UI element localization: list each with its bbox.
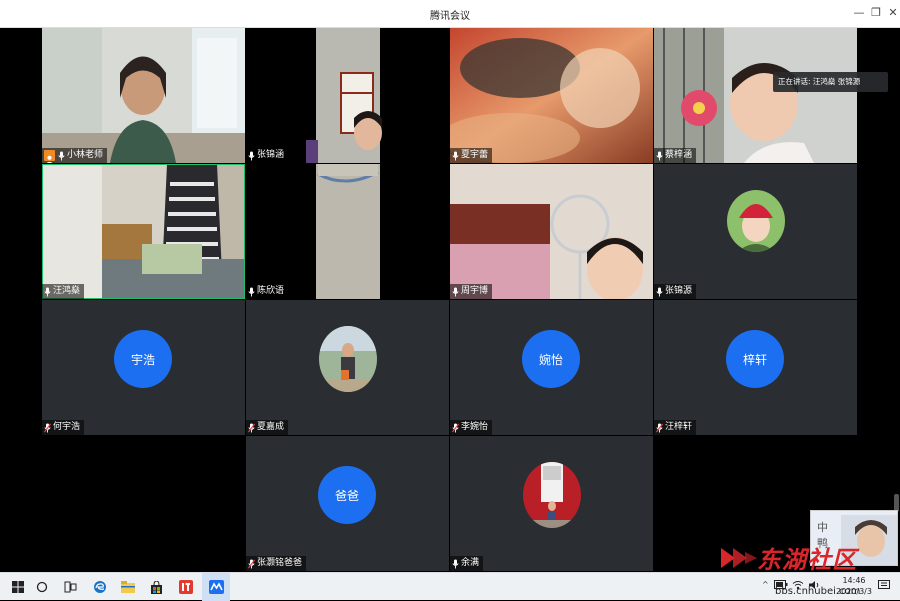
avatar — [319, 326, 377, 392]
microphone-muted-icon — [656, 423, 663, 433]
video-tile[interactable]: 陈欣语 — [246, 164, 449, 299]
avatar: 梓轩 — [726, 330, 784, 388]
video-feed — [246, 28, 449, 163]
participant-namebar: 蔡梓涵 — [654, 148, 697, 163]
video-tile[interactable]: 蔡梓涵 — [654, 28, 857, 163]
participant-name: 汪鸿燊 — [53, 286, 81, 296]
participant-namebar: 夏嘉成 — [246, 420, 289, 435]
window-title: 腾讯会议 — [430, 11, 470, 22]
video-grid: 小林老师 张锦涵 夏宇蕾 蔡梓涵 汪鸿燊 陈欣语 周宇博 张锦源 宇浩 何宇浩 … — [0, 28, 900, 572]
video-feed — [450, 164, 653, 299]
participant-namebar: 何宇浩 — [42, 420, 85, 435]
participant-namebar: 李婉怡 — [450, 420, 493, 435]
participant-tile[interactable]: 夏嘉成 — [246, 300, 449, 435]
clock-time: 14:46 — [842, 576, 866, 585]
participant-tile[interactable]: 婉怡 李婉怡 — [450, 300, 653, 435]
microphone-icon — [452, 559, 459, 569]
microphone-muted-icon — [248, 559, 255, 569]
participant-namebar: 小林老师 — [42, 148, 108, 163]
participant-name: 周宇博 — [461, 286, 489, 296]
microphone-muted-icon — [248, 423, 255, 433]
microphone-icon — [656, 287, 663, 297]
participant-namebar: 张锦涵 — [246, 148, 289, 163]
avatar — [727, 190, 785, 252]
participant-name: 小林老师 — [67, 150, 104, 160]
title-bar: 腾讯会议 — ❐ ✕ — [0, 0, 900, 28]
video-tile[interactable]: 小林老师 — [42, 28, 245, 163]
video-tile[interactable]: 张锦涵 — [246, 28, 449, 163]
video-tile[interactable]: 周宇博 — [450, 164, 653, 299]
participant-name: 夏嘉成 — [257, 422, 285, 432]
watermark-icon — [721, 548, 757, 568]
participant-name: 张锦涵 — [257, 150, 285, 160]
participant-tile[interactable]: 余满 — [450, 436, 653, 571]
search-icon[interactable] — [28, 573, 56, 601]
restore-icon[interactable]: ❐ — [867, 4, 885, 22]
tencent-meeting-taskbar-icon[interactable] — [202, 573, 230, 601]
participant-namebar: 汪鸿燊 — [42, 284, 85, 299]
watermark-text: 东湖社区 — [757, 546, 857, 574]
avatar: 婉怡 — [522, 330, 580, 388]
participant-tile[interactable]: 宇浩 何宇浩 — [42, 300, 245, 435]
microphone-icon — [452, 287, 459, 297]
participant-tile[interactable]: 爸爸 张灏铭爸爸 — [246, 436, 449, 571]
participant-namebar: 陈欣语 — [246, 284, 289, 299]
microphone-icon — [44, 287, 51, 297]
close-icon[interactable]: ✕ — [884, 4, 900, 22]
participant-tile[interactable]: 梓轩 汪梓轩 — [654, 300, 857, 435]
participant-name: 蔡梓涵 — [665, 150, 693, 160]
microphone-icon — [452, 151, 459, 161]
participant-tile[interactable]: 张锦源 — [654, 164, 857, 299]
participant-name: 夏宇蕾 — [461, 150, 489, 160]
participant-name: 何宇浩 — [53, 422, 81, 432]
participant-name: 汪梓轩 — [665, 422, 693, 432]
host-icon — [44, 150, 55, 163]
minimize-icon[interactable]: — — [850, 4, 868, 22]
video-feed — [42, 28, 245, 163]
watermark-url: bbs.cnhubei.com — [775, 586, 861, 597]
app-icon-red[interactable] — [172, 573, 200, 601]
edge-browser-icon[interactable] — [86, 573, 114, 601]
participant-name: 张灏铭爸爸 — [257, 558, 303, 568]
participant-namebar: 夏宇蕾 — [450, 148, 493, 163]
microphone-icon — [248, 151, 255, 161]
participant-namebar: 余满 — [450, 556, 484, 571]
speaking-indicator: 正在讲话: 汪鸿燊 张锦源 — [773, 72, 888, 92]
file-explorer-icon[interactable] — [114, 573, 142, 601]
avatar — [523, 462, 581, 528]
tray-expand-icon[interactable]: ^ — [762, 580, 769, 589]
thumbnail-text: 中 — [817, 521, 828, 534]
participant-name: 余满 — [461, 558, 480, 568]
store-icon[interactable] — [142, 573, 170, 601]
video-feed — [42, 164, 245, 299]
video-feed — [246, 164, 449, 299]
participant-name: 陈欣语 — [257, 286, 285, 296]
avatar: 宇浩 — [114, 330, 172, 388]
participant-namebar: 张锦源 — [654, 284, 697, 299]
watermark-logo: 东湖社区 — [715, 540, 900, 574]
video-tile-active-speaker[interactable]: 汪鸿燊 — [42, 164, 245, 299]
microphone-muted-icon — [44, 423, 51, 433]
microphone-icon — [656, 151, 663, 161]
participant-namebar: 周宇博 — [450, 284, 493, 299]
participant-name: 李婉怡 — [461, 422, 489, 432]
avatar: 爸爸 — [318, 466, 376, 524]
task-view-icon[interactable] — [56, 573, 84, 601]
taskbar: ^ 14:46 2020/3/3 — [0, 572, 900, 601]
participant-namebar: 张灏铭爸爸 — [246, 556, 307, 571]
microphone-icon — [58, 151, 65, 161]
video-feed — [450, 28, 653, 163]
video-tile[interactable]: 夏宇蕾 — [450, 28, 653, 163]
participant-name: 张锦源 — [665, 286, 693, 296]
microphone-icon — [248, 287, 255, 297]
video-feed — [654, 28, 857, 163]
microphone-muted-icon — [452, 423, 459, 433]
notification-icon[interactable] — [878, 580, 890, 593]
participant-namebar: 汪梓轩 — [654, 420, 697, 435]
